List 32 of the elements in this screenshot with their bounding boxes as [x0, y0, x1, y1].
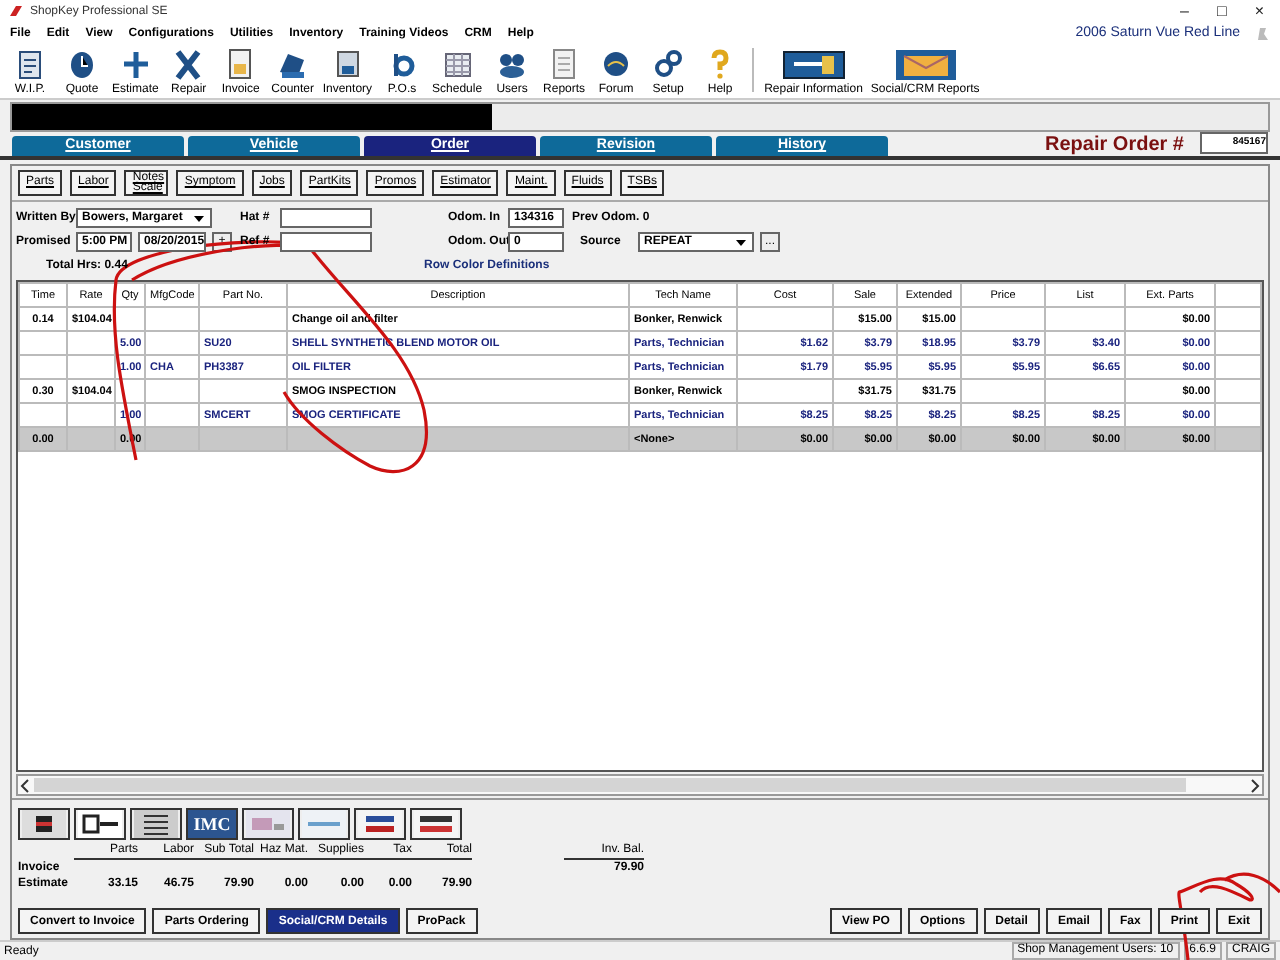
caret-icon — [734, 235, 748, 249]
gear-icon — [652, 48, 685, 80]
vendor-logo-icon — [246, 810, 290, 838]
vendor-logo-icon — [302, 810, 346, 838]
phone-icon — [1256, 25, 1270, 41]
repair-order-label: Repair Order # — [1045, 134, 1184, 156]
clipboard-icon — [14, 48, 46, 80]
calendar-icon — [441, 48, 474, 80]
vendor-logo-icon — [134, 810, 178, 838]
scroll-left-icon[interactable] — [18, 777, 34, 793]
box-icon — [331, 48, 364, 80]
globe-icon — [600, 48, 633, 80]
window-control[interactable]: × — [1254, 2, 1264, 20]
app-logo-icon — [8, 4, 24, 18]
vendor-logo-icon — [22, 810, 66, 838]
people-icon — [496, 48, 529, 80]
window-control[interactable]: – — [1180, 2, 1189, 20]
input-field[interactable] — [280, 208, 372, 228]
plus-icon — [119, 48, 152, 80]
caret-icon — [192, 211, 206, 225]
document-icon — [224, 48, 257, 80]
vendor-logo-icon — [78, 810, 122, 838]
envelope-icon — [893, 48, 958, 80]
wrench-icon — [172, 48, 205, 80]
report-icon — [548, 48, 581, 80]
scroll-right-icon[interactable] — [1246, 777, 1262, 793]
scrollbar-thumb[interactable] — [34, 778, 1186, 792]
input-field[interactable] — [280, 232, 372, 252]
vendor-logo-icon — [358, 810, 402, 838]
window-control[interactable]: □ — [1216, 2, 1227, 20]
vendor-logo-button[interactable]: IMC — [186, 808, 238, 840]
vendor-logo-icon — [414, 810, 458, 838]
